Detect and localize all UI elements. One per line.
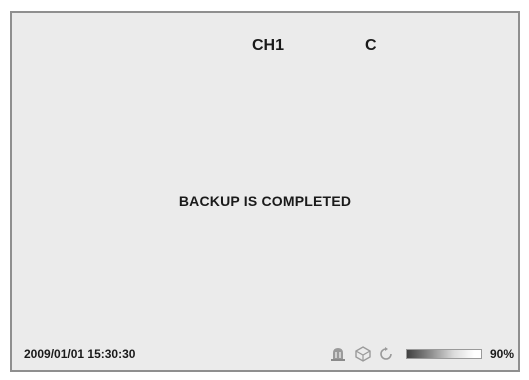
- top-bar: CH1 C: [12, 37, 518, 57]
- capacity-bar: [406, 349, 482, 359]
- capacity-percent: 90%: [489, 347, 514, 361]
- network-icon: [354, 346, 372, 362]
- channel-label: CH1: [252, 37, 285, 54]
- refresh-icon: [377, 346, 395, 362]
- datetime-display: 2009/01/01 15:30:30: [24, 347, 136, 361]
- dvr-screen: CH1 C BACKUP IS COMPLETED 2009/01/01 15:…: [10, 11, 520, 372]
- mode-indicator: C: [365, 37, 377, 54]
- alarm-icon: [329, 346, 347, 362]
- capacity-fill: [407, 350, 474, 358]
- status-message: BACKUP IS COMPLETED: [178, 193, 352, 209]
- status-bar: 2009/01/01 15:30:30 90%: [12, 346, 518, 364]
